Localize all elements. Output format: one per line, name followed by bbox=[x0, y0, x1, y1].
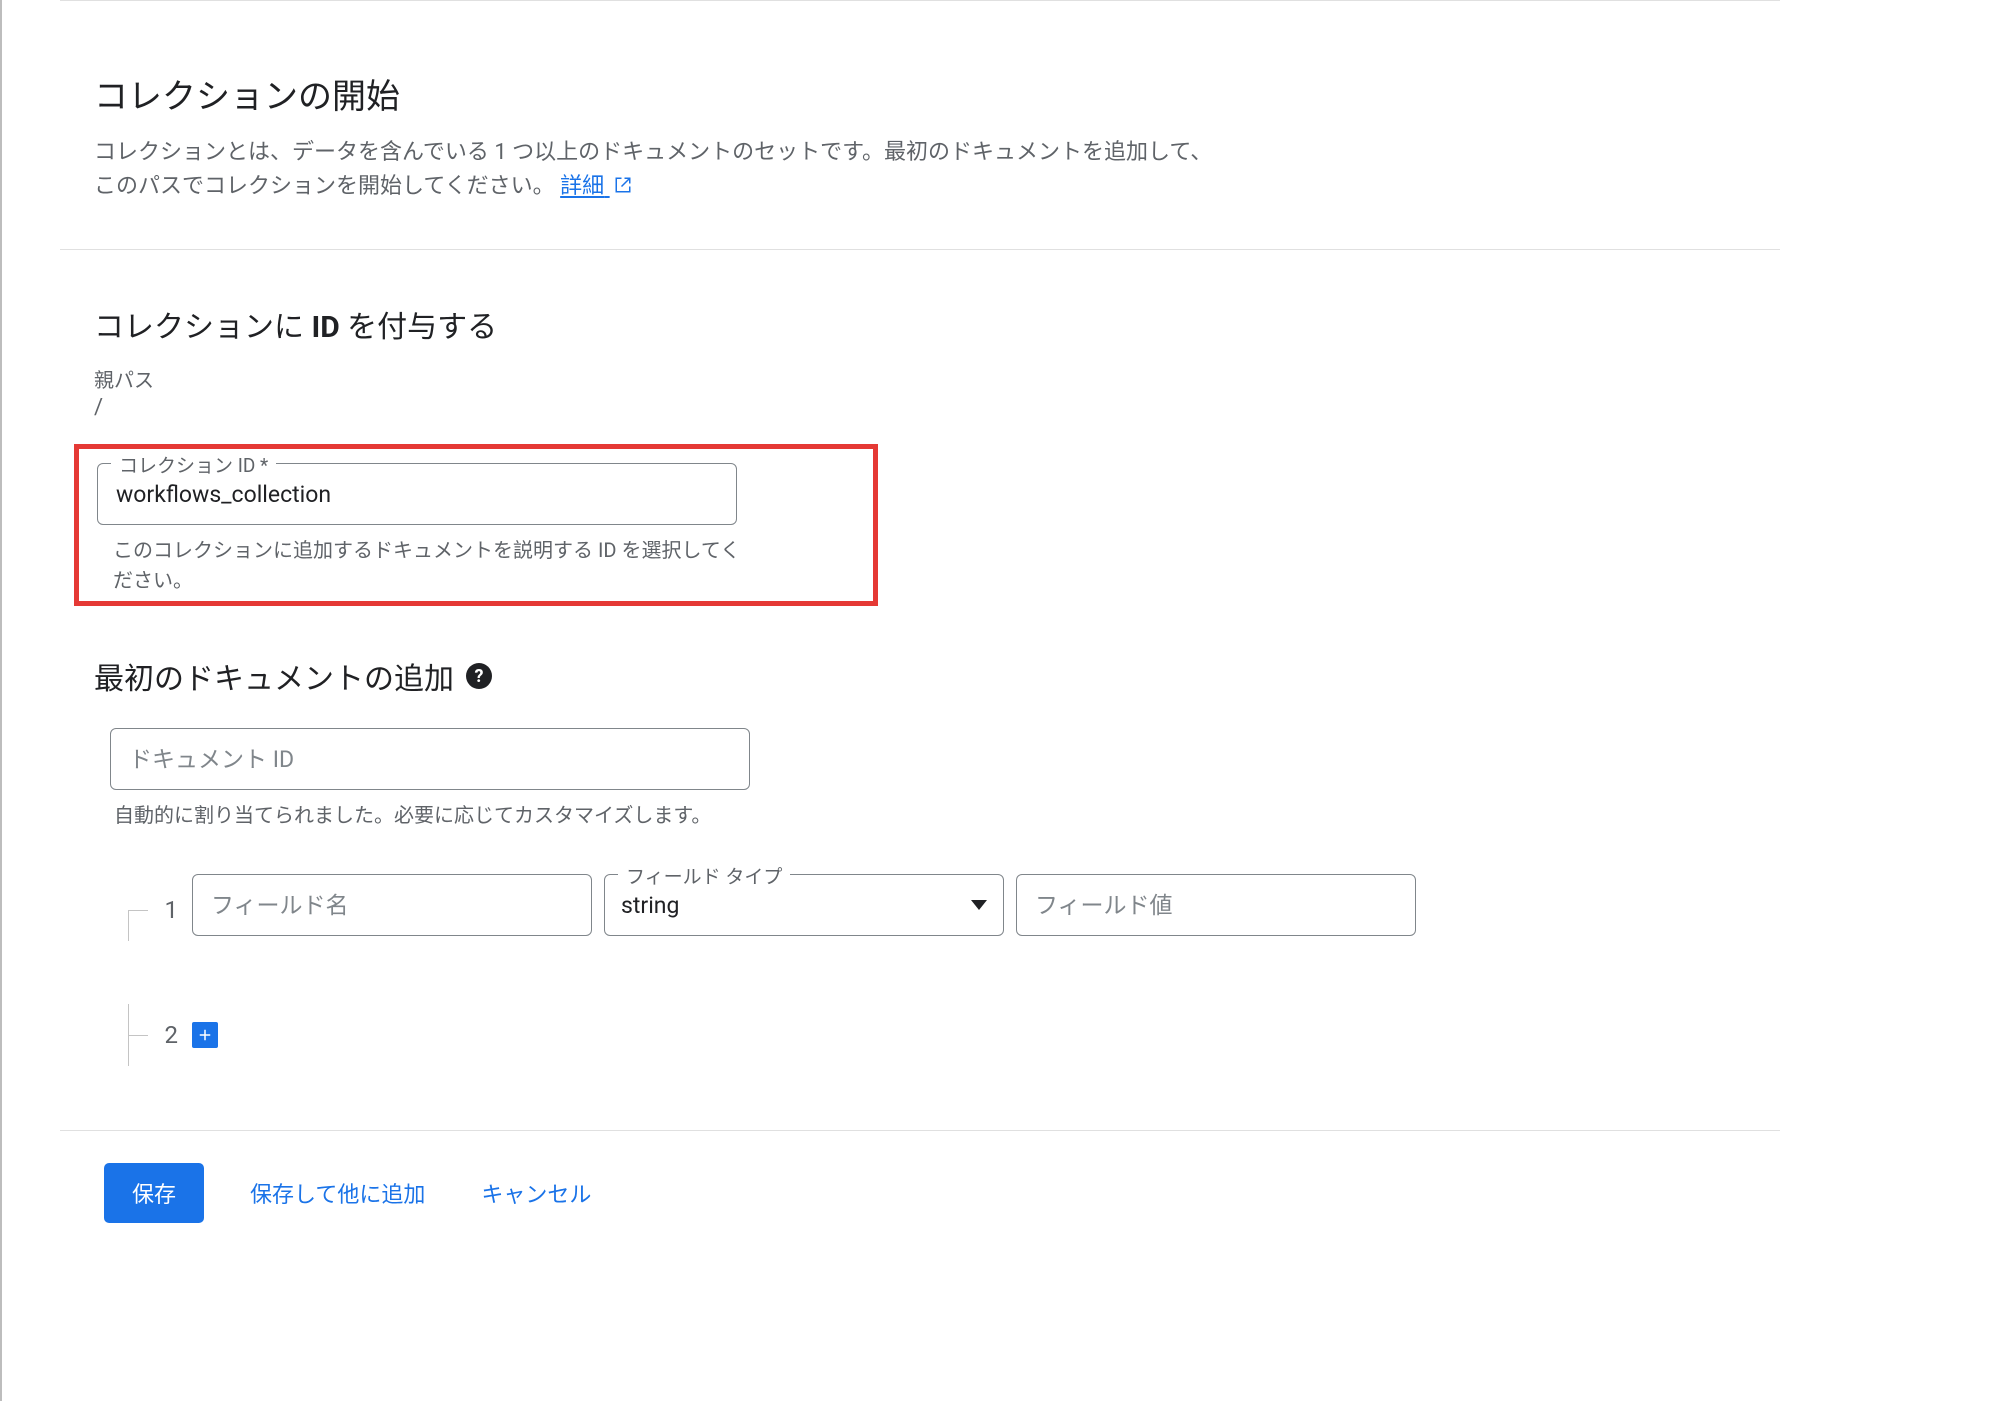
learn-more-link[interactable]: 詳細 bbox=[560, 174, 631, 199]
field-row: 1 フィールド タイプ string bbox=[118, 874, 1780, 946]
add-field-index: 2 bbox=[118, 1004, 192, 1066]
external-link-icon bbox=[614, 171, 632, 205]
doc-id-field-wrap bbox=[110, 728, 750, 790]
add-field-button[interactable] bbox=[192, 1022, 218, 1048]
save-button[interactable]: 保存 bbox=[104, 1163, 204, 1223]
assign-id-title-prefix: コレクションに bbox=[94, 310, 311, 345]
field-name-field[interactable] bbox=[192, 874, 592, 936]
field-type-wrap: フィールド タイプ string bbox=[604, 874, 1004, 936]
collection-id-highlight: コレクション ID * このコレクションに追加するドキュメントを説明する ID … bbox=[74, 444, 878, 606]
dialog-actions: 保存 保存して他に追加 キャンセル bbox=[60, 1131, 1780, 1223]
field-name-input[interactable] bbox=[209, 891, 575, 920]
collection-id-label: コレクション ID * bbox=[111, 451, 276, 478]
dialog-inner: コレクションの開始 コレクションとは、データを含んでいる 1 つ以上のドキュメン… bbox=[60, 0, 1780, 1223]
cancel-button[interactable]: キャンセル bbox=[471, 1165, 601, 1221]
dialog-description: コレクションとは、データを含んでいる 1 つ以上のドキュメントのセットです。最初… bbox=[94, 136, 1234, 205]
field-name-wrap bbox=[192, 874, 592, 936]
collection-id-field-wrap: コレクション ID * bbox=[97, 463, 855, 525]
chevron-down-icon bbox=[971, 900, 987, 910]
field-row-index: 1 bbox=[118, 879, 192, 941]
plus-icon bbox=[196, 1026, 214, 1044]
doc-id-field[interactable] bbox=[110, 728, 750, 790]
help-icon[interactable]: ? bbox=[466, 663, 492, 689]
dialog-title: コレクションの開始 bbox=[94, 69, 1780, 118]
field-value-wrap bbox=[1016, 874, 1416, 936]
field-value-input[interactable] bbox=[1033, 891, 1399, 920]
divider bbox=[60, 249, 1780, 250]
dialog-description-text: コレクションとは、データを含んでいる 1 つ以上のドキュメントのセットです。最初… bbox=[94, 140, 1212, 199]
parent-path-label: 親パス bbox=[94, 364, 1780, 393]
doc-id-block: 自動的に割り当てられました。必要に応じてカスタマイズします。 bbox=[110, 728, 750, 830]
field-inputs: フィールド タイプ string bbox=[192, 874, 1416, 946]
fields-tree: 1 フィールド タイプ string bbox=[118, 874, 1780, 1066]
first-doc-title-text: 最初のドキュメントの追加 bbox=[94, 654, 454, 698]
parent-path-value: / bbox=[94, 395, 1780, 420]
assign-id-title-bold: ID bbox=[311, 310, 339, 345]
learn-more-label: 詳細 bbox=[560, 174, 604, 199]
dialog-container: コレクションの開始 コレクションとは、データを含んでいる 1 つ以上のドキュメン… bbox=[0, 0, 2000, 1401]
save-and-add-button[interactable]: 保存して他に追加 bbox=[240, 1165, 435, 1221]
collection-id-helper: このコレクションに追加するドキュメントを説明する ID を選択してください。 bbox=[113, 535, 753, 595]
collection-id-input[interactable] bbox=[114, 480, 720, 509]
doc-id-input[interactable] bbox=[127, 745, 733, 774]
add-field-row: 2 bbox=[118, 1004, 1780, 1066]
first-doc-title: 最初のドキュメントの追加 ? bbox=[94, 654, 1780, 698]
field-value-field[interactable] bbox=[1016, 874, 1416, 936]
assign-id-title-suffix: を付与する bbox=[340, 310, 497, 345]
assign-id-title: コレクションに ID を付与する bbox=[94, 302, 1780, 346]
doc-id-helper: 自動的に割り当てられました。必要に応じてカスタマイズします。 bbox=[114, 800, 750, 830]
field-type-label: フィールド タイプ bbox=[618, 862, 790, 889]
field-type-value: string bbox=[621, 892, 961, 919]
